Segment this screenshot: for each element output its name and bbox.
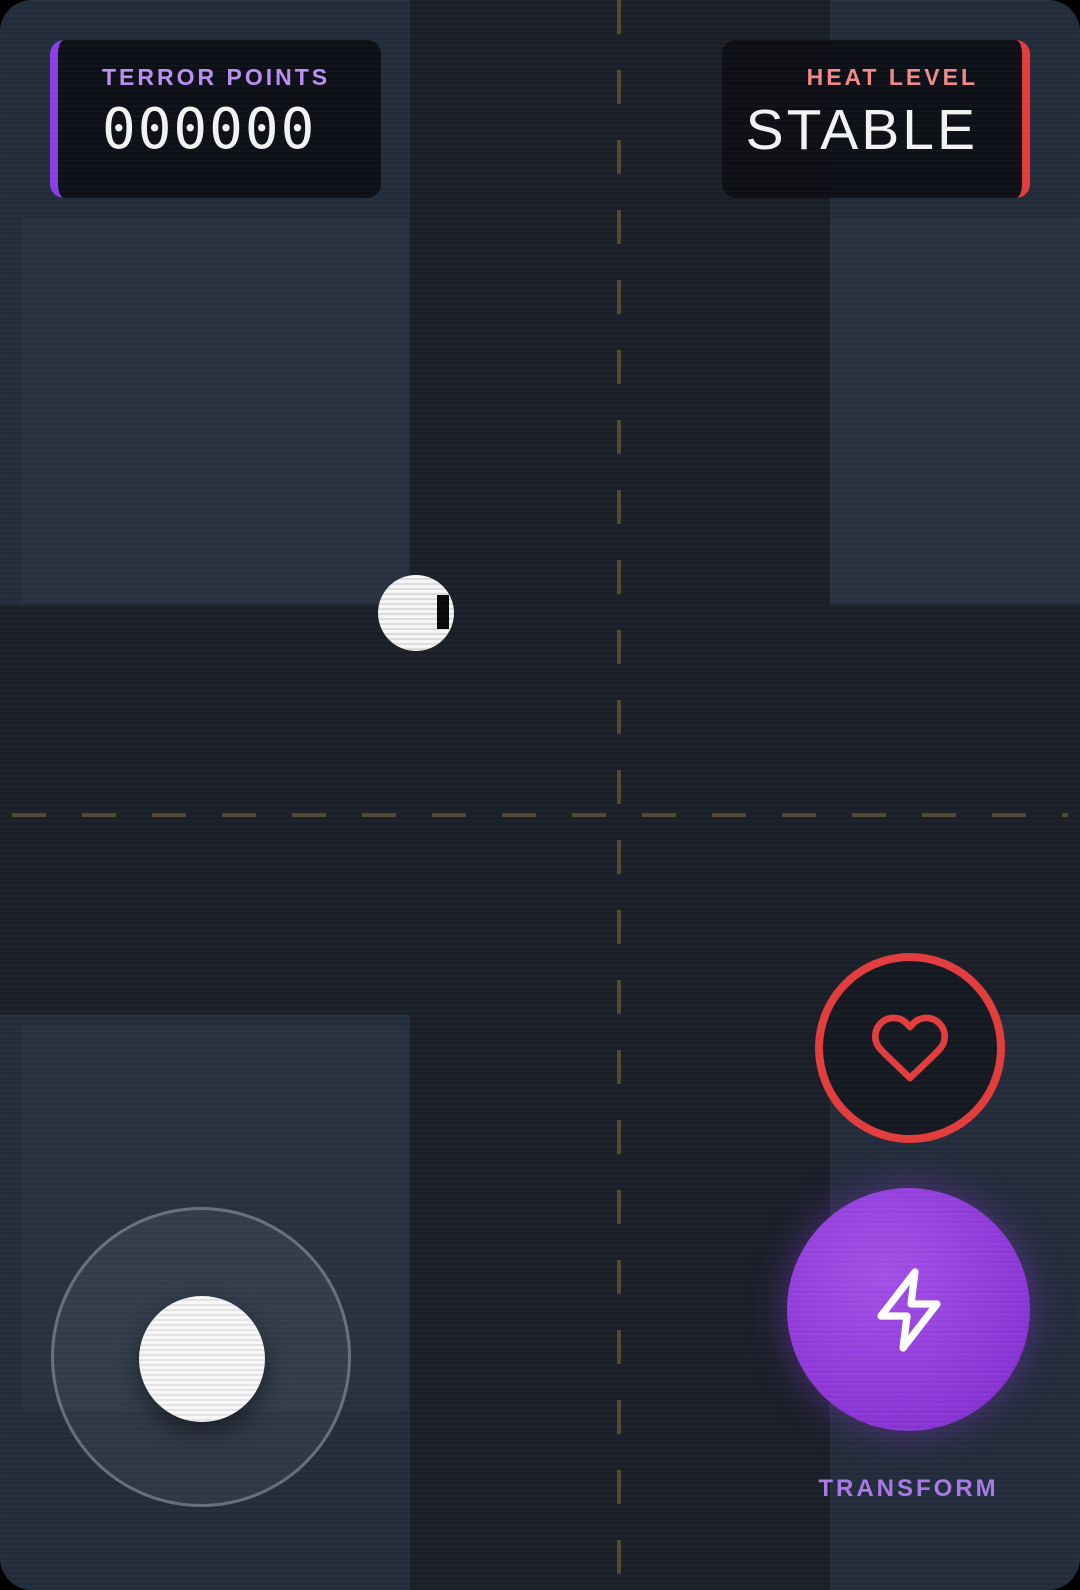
- city-block-top-left-inner: [22, 218, 408, 603]
- player-character: [378, 575, 454, 651]
- lane-marking-vertical: [617, 0, 621, 1590]
- heat-panel: HEAT LEVEL STABLE: [722, 40, 1030, 198]
- score-value: 000000: [102, 97, 317, 162]
- game-screen: TERROR POINTS 000000 HEAT LEVEL STABLE T…: [0, 0, 1080, 1590]
- heart-button[interactable]: [815, 953, 1005, 1143]
- score-panel: TERROR POINTS 000000: [50, 40, 381, 198]
- city-block-top-right-inner: [830, 218, 1080, 603]
- heat-label: HEAT LEVEL: [806, 64, 978, 90]
- transform-label: TRANSFORM: [818, 1475, 999, 1502]
- lane-marking-horizontal: [12, 813, 1068, 817]
- score-label: TERROR POINTS: [102, 64, 331, 90]
- transform-button[interactable]: [787, 1188, 1030, 1431]
- heart-icon: [871, 1014, 949, 1082]
- lightning-bolt-icon: [876, 1267, 941, 1352]
- joystick-knob[interactable]: [139, 1296, 265, 1422]
- player-eye: [437, 595, 449, 629]
- heat-value: STABLE: [745, 98, 978, 162]
